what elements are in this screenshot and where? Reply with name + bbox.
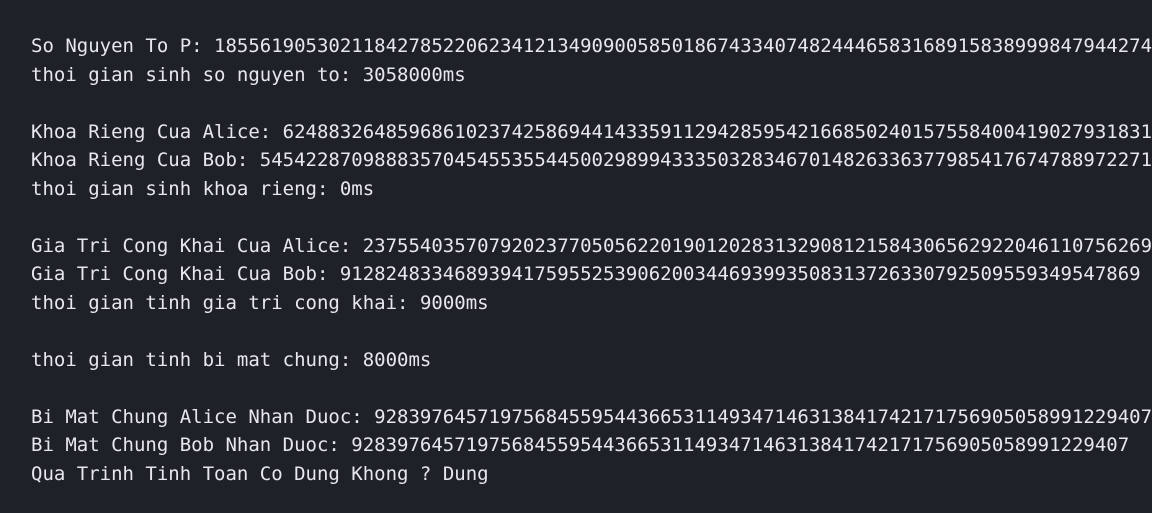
shared-secret-time-line: thoi gian tinh bi mat chung: 8000ms xyxy=(31,346,1152,375)
line-value: 8000ms xyxy=(362,348,432,371)
line-value: 5454228709888357045455355445002989943335… xyxy=(259,149,1152,171)
line-label: thoi gian tinh gia tri cong khai: xyxy=(31,291,420,314)
line-label: Gia Tri Cong Khai Cua Bob: xyxy=(31,263,340,285)
line-value: 9128248334689394175955253906200344693993… xyxy=(339,263,1141,285)
line-value: 9283976457197568455954436653114934714631… xyxy=(351,434,1130,456)
line-value: 6248832648596861023742586944143359112942… xyxy=(282,120,1152,143)
line-value: 9000ms xyxy=(419,291,489,314)
line-label: thoi gian sinh khoa rieng: xyxy=(31,177,340,200)
console-output: So Nguyen To P: 185561905302118427852206… xyxy=(0,0,1152,513)
alice-public-value-line: Gia Tri Cong Khai Cua Alice: 23755403570… xyxy=(31,232,1152,261)
bob-shared-secret-line: Bi Mat Chung Bob Nhan Duoc: 928397645719… xyxy=(31,431,1152,460)
alice-shared-secret-line: Bi Mat Chung Alice Nhan Duoc: 9283976457… xyxy=(31,403,1152,432)
prime-time-line: thoi gian sinh so nguyen to: 3058000ms xyxy=(31,61,1152,90)
prime-p-line: So Nguyen To P: 185561905302118427852206… xyxy=(31,32,1152,61)
public-value-time-line: thoi gian tinh gia tri cong khai: 9000ms xyxy=(31,289,1152,318)
bob-public-value-line: Gia Tri Cong Khai Cua Bob: 9128248334689… xyxy=(31,260,1152,289)
line-label: thoi gian sinh so nguyen to: xyxy=(31,63,363,86)
line-label: Khoa Rieng Cua Alice: xyxy=(31,120,283,143)
line-value: 9283976457197568455954436653114934714631… xyxy=(374,405,1152,428)
line-label: Gia Tri Cong Khai Cua Alice: xyxy=(31,234,363,257)
line-value: 2375540357079202377050562201901202831329… xyxy=(362,234,1152,257)
line-label: Qua Trinh Tinh Toan Co Dung Khong ? xyxy=(31,462,443,485)
line-label: Khoa Rieng Cua Bob: xyxy=(31,149,260,171)
verification-line: Qua Trinh Tinh Toan Co Dung Khong ? Dung xyxy=(31,460,1152,489)
line-label: Bi Mat Chung Bob Nhan Duoc: xyxy=(31,434,352,456)
line-value: 0ms xyxy=(339,177,375,200)
line-label: Bi Mat Chung Alice Nhan Duoc: xyxy=(31,405,375,428)
line-value: Dung xyxy=(442,462,489,485)
line-value: 1855619053021184278522062341213490900585… xyxy=(214,35,1152,57)
alice-private-key-line: Khoa Rieng Cua Alice: 624883264859686102… xyxy=(31,118,1152,147)
line-value: 3058000ms xyxy=(362,63,466,86)
private-key-time-line: thoi gian sinh khoa rieng: 0ms xyxy=(31,175,1152,204)
line-label: thoi gian tinh bi mat chung: xyxy=(31,348,363,371)
bob-private-key-line: Khoa Rieng Cua Bob: 54542287098883570454… xyxy=(31,146,1152,175)
line-label: So Nguyen To P: xyxy=(31,35,215,57)
